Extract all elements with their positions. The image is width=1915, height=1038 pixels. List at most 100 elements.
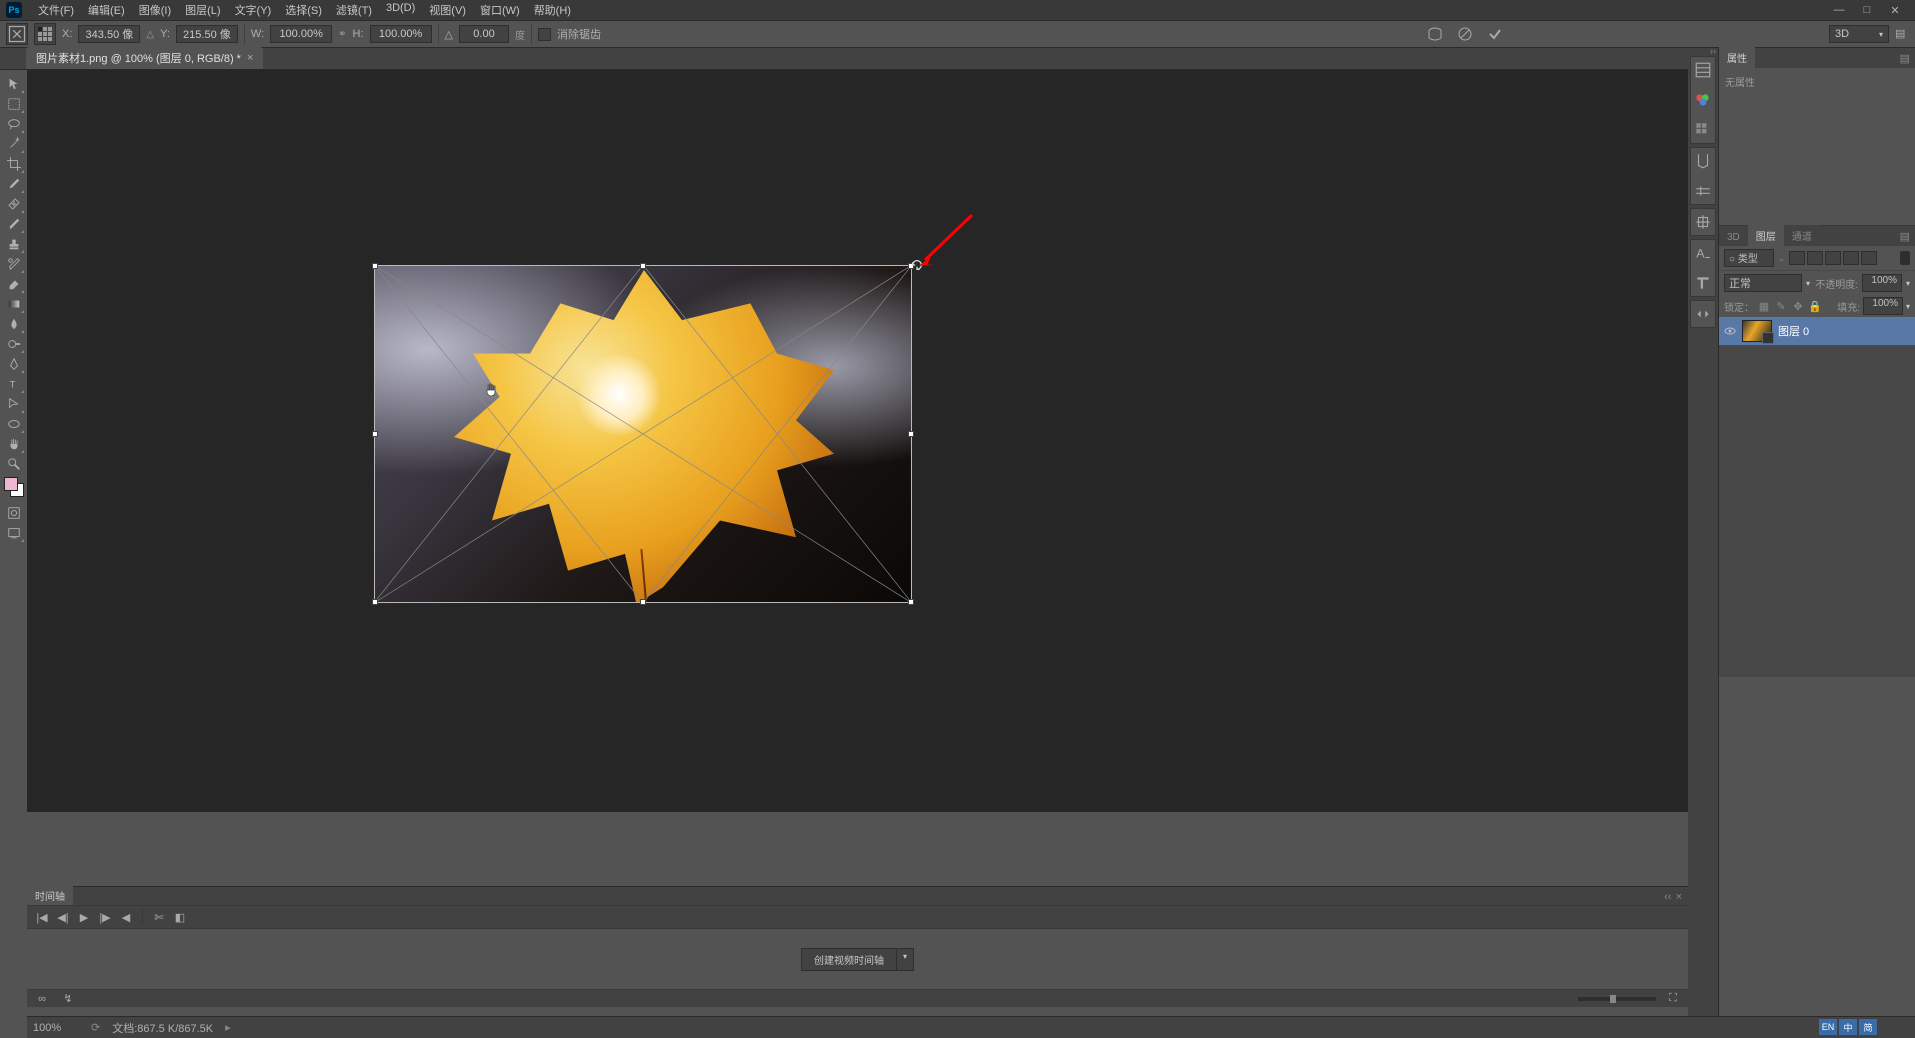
foreground-color[interactable] <box>4 477 18 491</box>
ime-script[interactable]: 简 <box>1859 1019 1877 1035</box>
info-dropdown-icon[interactable]: ▸ <box>225 1021 231 1034</box>
create-timeline-dropdown[interactable]: ▾ <box>897 948 914 971</box>
timeline-close[interactable]: ‹‹× <box>1658 889 1688 905</box>
transform-mode-icon[interactable] <box>6 23 28 45</box>
lock-pixels-icon[interactable]: ✎ <box>1774 299 1788 313</box>
timeline-options-icon[interactable]: ∞ <box>33 991 51 1007</box>
filter-dropdown-icon[interactable]: ⌄ <box>1778 254 1785 263</box>
delta-icon[interactable]: △ <box>146 29 154 40</box>
layers-tab[interactable]: 图层 <box>1748 225 1784 246</box>
wand-tool[interactable] <box>3 134 25 154</box>
lasso-tool[interactable] <box>3 114 25 134</box>
zoom-dropdown-icon[interactable]: ⟳ <box>91 1021 100 1034</box>
path-select-tool[interactable] <box>3 394 25 414</box>
menu-type[interactable]: 文字(Y) <box>229 0 278 20</box>
menu-image[interactable]: 图像(I) <box>133 0 177 20</box>
color-swatches[interactable] <box>4 477 24 497</box>
maximize-button[interactable]: □ <box>1853 1 1881 19</box>
canvas-area[interactable] <box>27 70 1718 812</box>
antialias-checkbox[interactable] <box>538 28 551 41</box>
blend-mode-select[interactable]: 正常 <box>1724 274 1802 292</box>
marquee-tool[interactable] <box>3 94 25 114</box>
menu-select[interactable]: 选择(S) <box>279 0 328 20</box>
last-frame-icon[interactable]: ◀ <box>117 909 135 925</box>
options-menu-icon[interactable]: ▤ <box>1895 27 1909 41</box>
zoom-level[interactable]: 100% <box>33 1022 79 1034</box>
blur-tool[interactable] <box>3 314 25 334</box>
layer-filter-type[interactable]: ○ 类型 <box>1724 249 1774 267</box>
brush-presets-icon[interactable] <box>1694 182 1712 200</box>
dodge-tool[interactable] <box>3 334 25 354</box>
lock-transparency-icon[interactable]: ▦ <box>1757 299 1771 313</box>
reference-point-grid[interactable] <box>34 23 56 45</box>
brushes-panel-icon[interactable] <box>1694 152 1712 170</box>
document-tab[interactable]: 图片素材1.png @ 100% (图层 0, RGB/8) * × <box>26 47 263 69</box>
eraser-tool[interactable] <box>3 274 25 294</box>
timeline-zoom-slider[interactable] <box>1578 997 1656 1001</box>
filter-type-icon[interactable] <box>1825 251 1841 265</box>
type-tool[interactable]: T <box>3 374 25 394</box>
timeline-convert-icon[interactable]: ↯ <box>59 991 77 1007</box>
menu-3d[interactable]: 3D(D) <box>380 0 421 20</box>
hand-tool[interactable] <box>3 434 25 454</box>
panel-menu-icon[interactable]: ▤ <box>1895 227 1915 246</box>
zoom-tool[interactable] <box>3 454 25 474</box>
menu-edit[interactable]: 编辑(E) <box>82 0 131 20</box>
y-input[interactable] <box>176 25 238 43</box>
stamp-tool[interactable] <box>3 234 25 254</box>
prev-frame-icon[interactable]: ◀| <box>54 909 72 925</box>
document-canvas[interactable] <box>374 265 912 603</box>
layer-thumbnail[interactable] <box>1742 320 1772 342</box>
play-icon[interactable]: ▶ <box>75 909 93 925</box>
filter-toggle[interactable] <box>1900 251 1910 265</box>
layer-item[interactable]: 图层 0 <box>1719 317 1915 345</box>
minimize-button[interactable]: — <box>1825 1 1853 19</box>
menu-help[interactable]: 帮助(H) <box>528 0 577 20</box>
document-info[interactable]: 文档:867.5 K/867.5K <box>112 1020 213 1036</box>
cancel-transform-icon[interactable] <box>1457 26 1473 42</box>
first-frame-icon[interactable]: |◀ <box>33 909 51 925</box>
shape-tool[interactable] <box>3 414 25 434</box>
next-frame-icon[interactable]: |▶ <box>96 909 114 925</box>
expand-arrow-icon[interactable]: ›› <box>1710 46 1716 56</box>
x-input[interactable] <box>78 25 140 43</box>
filter-adjust-icon[interactable] <box>1807 251 1823 265</box>
warp-icon[interactable] <box>1427 26 1443 42</box>
gradient-tool[interactable] <box>3 294 25 314</box>
rotation-input[interactable] <box>459 25 509 43</box>
tab-close-icon[interactable]: × <box>247 52 253 64</box>
history-panel-icon[interactable] <box>1694 61 1712 79</box>
cut-icon[interactable]: ✄ <box>150 909 168 925</box>
move-tool[interactable] <box>3 74 25 94</box>
commit-transform-icon[interactable] <box>1487 26 1503 42</box>
menu-layer[interactable]: 图层(L) <box>179 0 226 20</box>
swatches-panel-icon[interactable] <box>1694 121 1712 139</box>
filter-shape-icon[interactable] <box>1843 251 1859 265</box>
crop-tool[interactable] <box>3 154 25 174</box>
navigator-panel-icon[interactable] <box>1694 305 1712 323</box>
3d-tab[interactable]: 3D <box>1719 229 1748 246</box>
heal-tool[interactable] <box>3 194 25 214</box>
layer-name[interactable]: 图层 0 <box>1778 323 1809 339</box>
history-brush-tool[interactable] <box>3 254 25 274</box>
paragraph-panel-icon[interactable] <box>1694 274 1712 292</box>
menu-filter[interactable]: 滤镜(T) <box>330 0 378 20</box>
brush-tool[interactable] <box>3 214 25 234</box>
timeline-tab[interactable]: 时间轴 <box>27 886 73 905</box>
create-timeline-button[interactable]: 创建视频时间轴 <box>801 948 897 971</box>
link-icon[interactable]: ⚭ <box>338 29 346 40</box>
menu-view[interactable]: 视图(V) <box>423 0 472 20</box>
filter-smart-icon[interactable] <box>1861 251 1877 265</box>
screenmode-tool[interactable] <box>3 523 25 543</box>
clone-source-icon[interactable] <box>1694 213 1712 231</box>
lock-all-icon[interactable]: 🔒 <box>1808 299 1822 313</box>
filter-pixel-icon[interactable] <box>1789 251 1805 265</box>
transition-icon[interactable]: ◧ <box>171 909 189 925</box>
lock-position-icon[interactable]: ✥ <box>1791 299 1805 313</box>
fill-input[interactable]: 100% <box>1863 297 1903 315</box>
h-input[interactable] <box>370 25 432 43</box>
channels-tab[interactable]: 通道 <box>1784 225 1820 246</box>
eyedropper-tool[interactable] <box>3 174 25 194</box>
w-input[interactable] <box>270 25 332 43</box>
workspace-select[interactable]: 3D▾ <box>1829 25 1889 43</box>
